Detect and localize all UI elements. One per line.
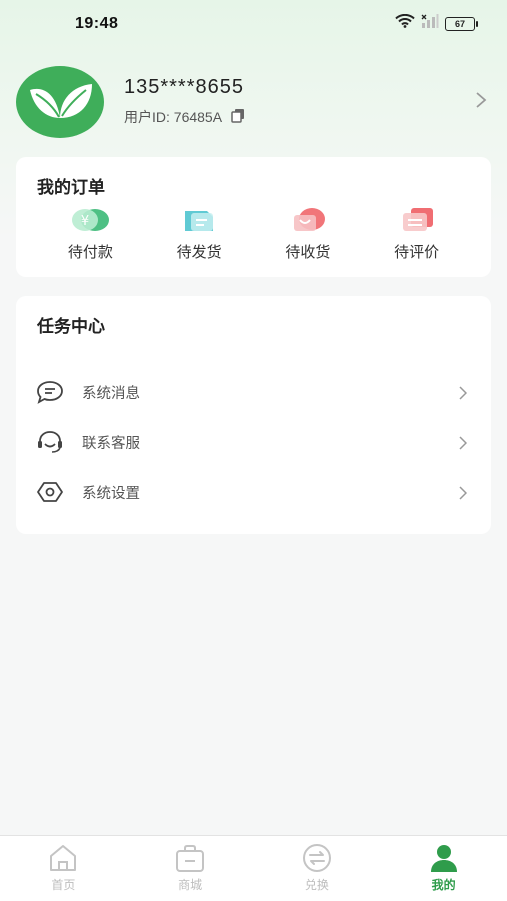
bottom-tab-bar: 首页 商城 兑换 我的 <box>0 835 507 901</box>
chevron-right-icon <box>459 485 468 504</box>
tab-shop[interactable]: 商城 <box>127 836 254 901</box>
order-pending-review[interactable]: 待评价 <box>377 207 457 267</box>
status-icons: 67 <box>395 13 478 33</box>
shop-icon <box>173 842 207 874</box>
order-pending-receipt[interactable]: 待收货 <box>268 207 348 267</box>
status-time: 19:48 <box>75 15 119 32</box>
headset-icon <box>36 429 64 455</box>
settings-icon <box>36 479 64 505</box>
task-center-card: 任务中心 系统消息 联系客服 系统设置 <box>16 296 491 534</box>
order-label: 待付款 <box>67 243 113 261</box>
menu-label: 系统消息 <box>82 386 140 402</box>
tab-label: 我的 <box>431 878 456 892</box>
orders-title: 我的订单 <box>37 178 105 198</box>
profile-header[interactable]: 135****8655 用户ID: 76485A <box>16 66 491 138</box>
tab-exchange[interactable]: 兑换 <box>254 836 381 901</box>
avatar[interactable] <box>16 66 104 138</box>
home-icon <box>46 842 80 874</box>
menu-label: 联系客服 <box>82 436 140 452</box>
review-icon <box>395 207 439 233</box>
signal-icon <box>421 14 439 33</box>
profile-icon <box>427 842 461 874</box>
user-id: 用户ID: 76485A <box>124 109 223 125</box>
orders-card: 我的订单 ¥ 待付款 待发货 待收货 待评价 <box>16 157 491 277</box>
payment-icon: ¥ <box>68 207 112 233</box>
copy-icon[interactable] <box>230 107 246 127</box>
message-icon <box>36 379 64 405</box>
order-pending-payment[interactable]: ¥ 待付款 <box>50 207 130 267</box>
status-bar: 19:48 67 <box>0 0 507 48</box>
menu-label: 系统设置 <box>82 486 140 502</box>
chevron-right-icon[interactable] <box>475 90 487 114</box>
order-label: 待发货 <box>176 243 222 261</box>
menu-system-settings[interactable]: 系统设置 <box>16 467 491 517</box>
battery-icon: 67 <box>445 16 478 31</box>
order-label: 待收货 <box>285 243 331 261</box>
shipping-icon <box>177 207 221 233</box>
tab-label: 兑换 <box>304 878 329 892</box>
svg-text:¥: ¥ <box>81 214 89 229</box>
tab-label: 首页 <box>51 878 76 892</box>
user-phone: 135****8655 <box>124 76 244 98</box>
leaf-logo-icon <box>30 84 92 118</box>
menu-contact-support[interactable]: 联系客服 <box>16 417 491 467</box>
order-label: 待评价 <box>394 243 440 261</box>
order-status-list: ¥ 待付款 待发货 待收货 待评价 <box>16 207 491 267</box>
tab-home[interactable]: 首页 <box>0 836 127 901</box>
user-id-row: 用户ID: 76485A <box>124 107 246 127</box>
chevron-right-icon <box>459 385 468 404</box>
order-pending-shipment[interactable]: 待发货 <box>159 207 239 267</box>
chevron-right-icon <box>459 435 468 454</box>
task-center-title: 任务中心 <box>37 317 105 337</box>
tab-label: 商城 <box>178 878 203 892</box>
menu-system-messages[interactable]: 系统消息 <box>16 367 491 417</box>
exchange-icon <box>300 842 334 874</box>
wifi-icon <box>395 13 415 33</box>
tab-profile[interactable]: 我的 <box>380 836 507 901</box>
receive-icon <box>286 207 330 233</box>
